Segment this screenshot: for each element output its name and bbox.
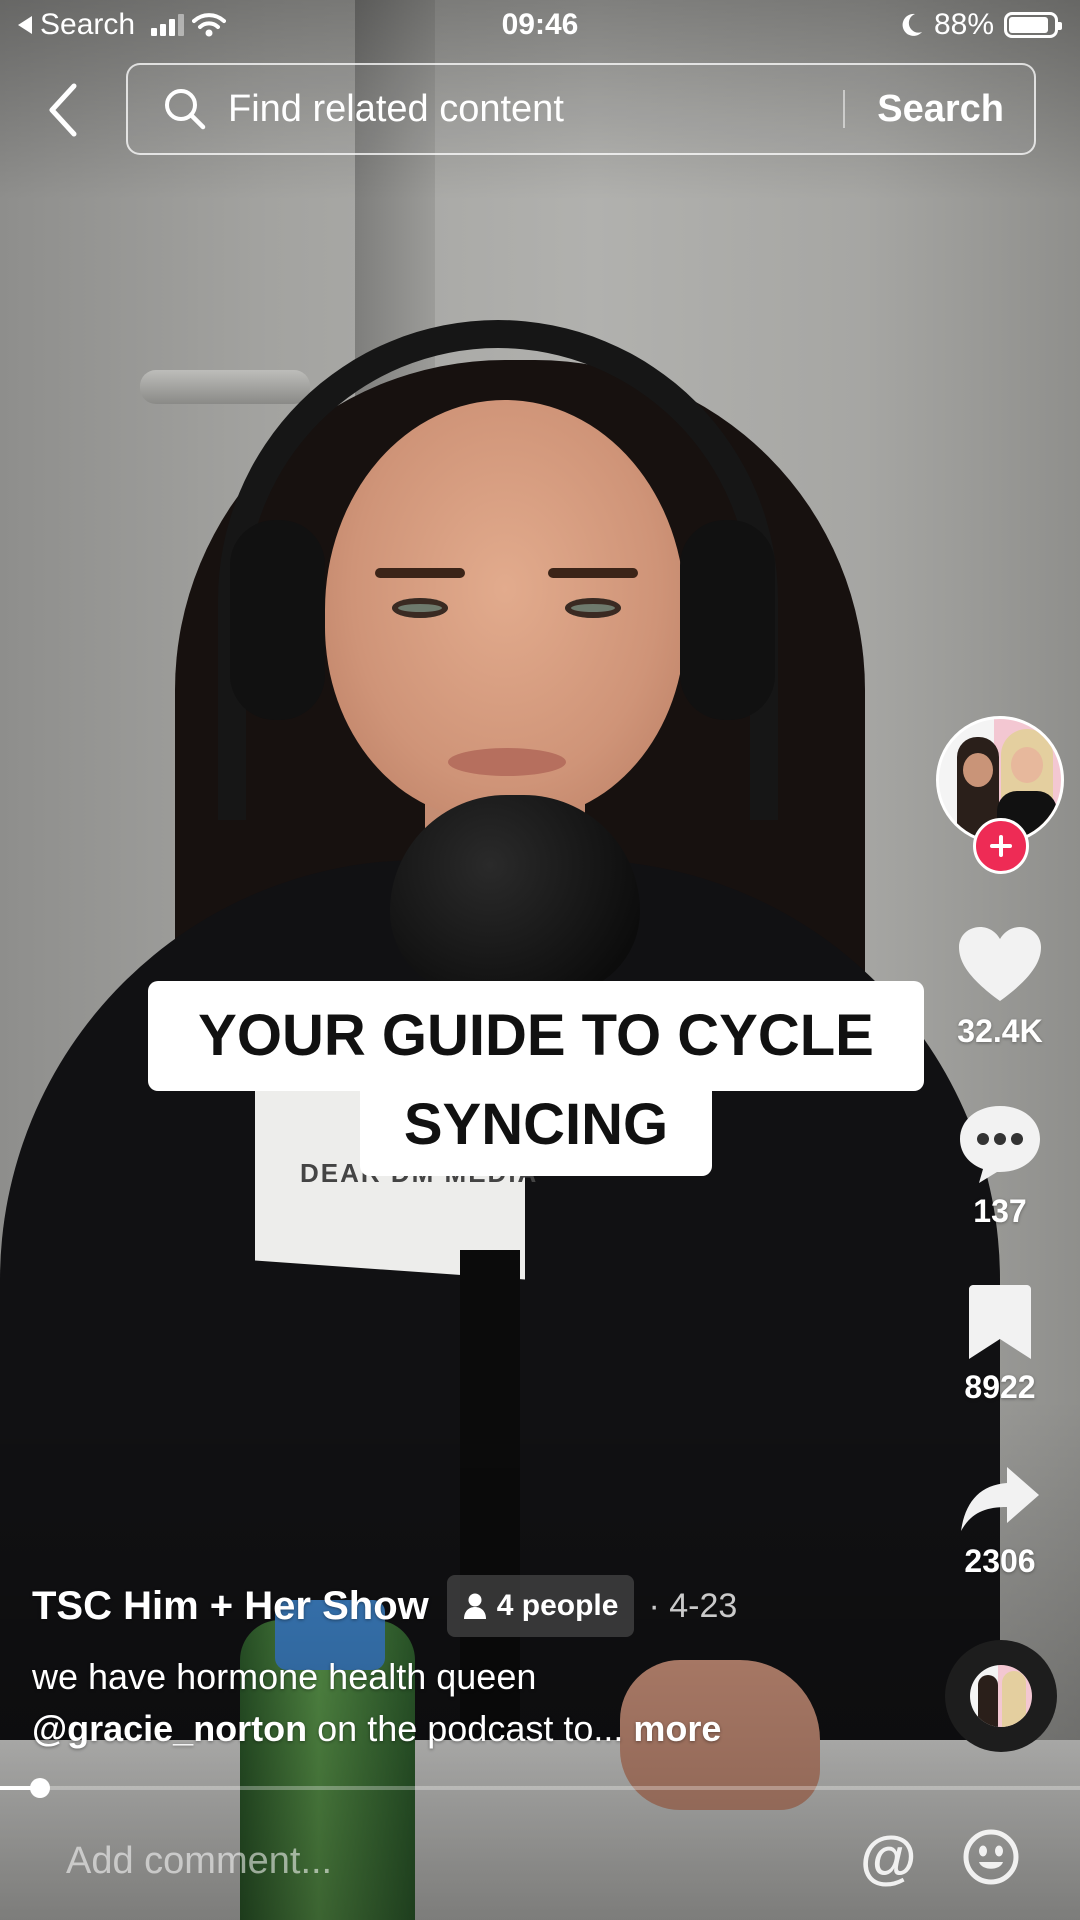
- progress-fill: [0, 1786, 33, 1790]
- comment-bar: @: [0, 1800, 1080, 1920]
- like-action[interactable]: 32.4K: [940, 925, 1060, 1050]
- share-action[interactable]: 2306: [940, 1463, 1060, 1580]
- author-name[interactable]: TSC Him + Her Show: [32, 1584, 429, 1629]
- do-not-disturb-moon-icon: [902, 13, 922, 36]
- comment-bubble-icon[interactable]: [957, 1103, 1043, 1185]
- battery-fill: [1009, 17, 1048, 33]
- status-bar: Search 09:46 88%: [0, 0, 1080, 54]
- mention-link[interactable]: @gracie_norton: [32, 1708, 307, 1749]
- search-bar[interactable]: Search: [126, 63, 1036, 155]
- headphones-left-cup: [230, 520, 325, 720]
- battery-icon: [1004, 12, 1062, 38]
- search-button[interactable]: Search: [845, 88, 1034, 131]
- search-icon: [165, 89, 206, 130]
- plus-icon: [990, 835, 1012, 857]
- share-count: 2306: [964, 1543, 1036, 1579]
- status-right-group: 88%: [900, 8, 1062, 42]
- mention-at-button[interactable]: @: [860, 1824, 917, 1891]
- save-count: 8922: [964, 1369, 1036, 1405]
- like-count: 32.4K: [957, 1013, 1043, 1049]
- video-progress-bar[interactable]: [0, 1786, 1080, 1790]
- description-continued: on the podcast to...: [307, 1708, 624, 1749]
- post-info-row: TSC Him + Her Show 4 people · 4-23: [32, 1575, 737, 1637]
- comment-count: 137: [973, 1193, 1027, 1229]
- video-caption-line2: SYNCING: [360, 1074, 712, 1176]
- music-disc-cover: [970, 1665, 1032, 1727]
- post-date: · 4-23: [648, 1586, 738, 1625]
- bookmark-icon[interactable]: [967, 1283, 1033, 1361]
- more-link[interactable]: more: [623, 1708, 721, 1749]
- microphone: [390, 795, 640, 995]
- heart-icon[interactable]: [957, 925, 1043, 1005]
- people-tag[interactable]: 4 people: [446, 1575, 635, 1637]
- comment-action[interactable]: 137: [940, 1103, 1060, 1230]
- people-tag-label: 4 people: [496, 1589, 619, 1622]
- search-input[interactable]: [226, 86, 844, 132]
- background-door-handle: [140, 370, 310, 404]
- comment-input[interactable]: [64, 1830, 768, 1892]
- disc-person-1: [978, 1675, 998, 1727]
- description-line1: we have hormone health queen: [32, 1656, 537, 1697]
- person-icon: [463, 1593, 486, 1619]
- save-action[interactable]: 8922: [940, 1283, 1060, 1406]
- back-chevron-icon[interactable]: [40, 80, 90, 140]
- follow-button[interactable]: [973, 818, 1029, 874]
- music-disc[interactable]: [945, 1640, 1057, 1752]
- headphones-right-cup: [680, 520, 775, 720]
- battery-percent: 88%: [933, 8, 994, 41]
- description-line2: @gracie_norton on the podcast to... more: [32, 1708, 721, 1750]
- disc-person-2: [1002, 1671, 1026, 1727]
- emoji-icon[interactable]: [962, 1828, 1020, 1886]
- share-arrow-icon[interactable]: [959, 1463, 1041, 1535]
